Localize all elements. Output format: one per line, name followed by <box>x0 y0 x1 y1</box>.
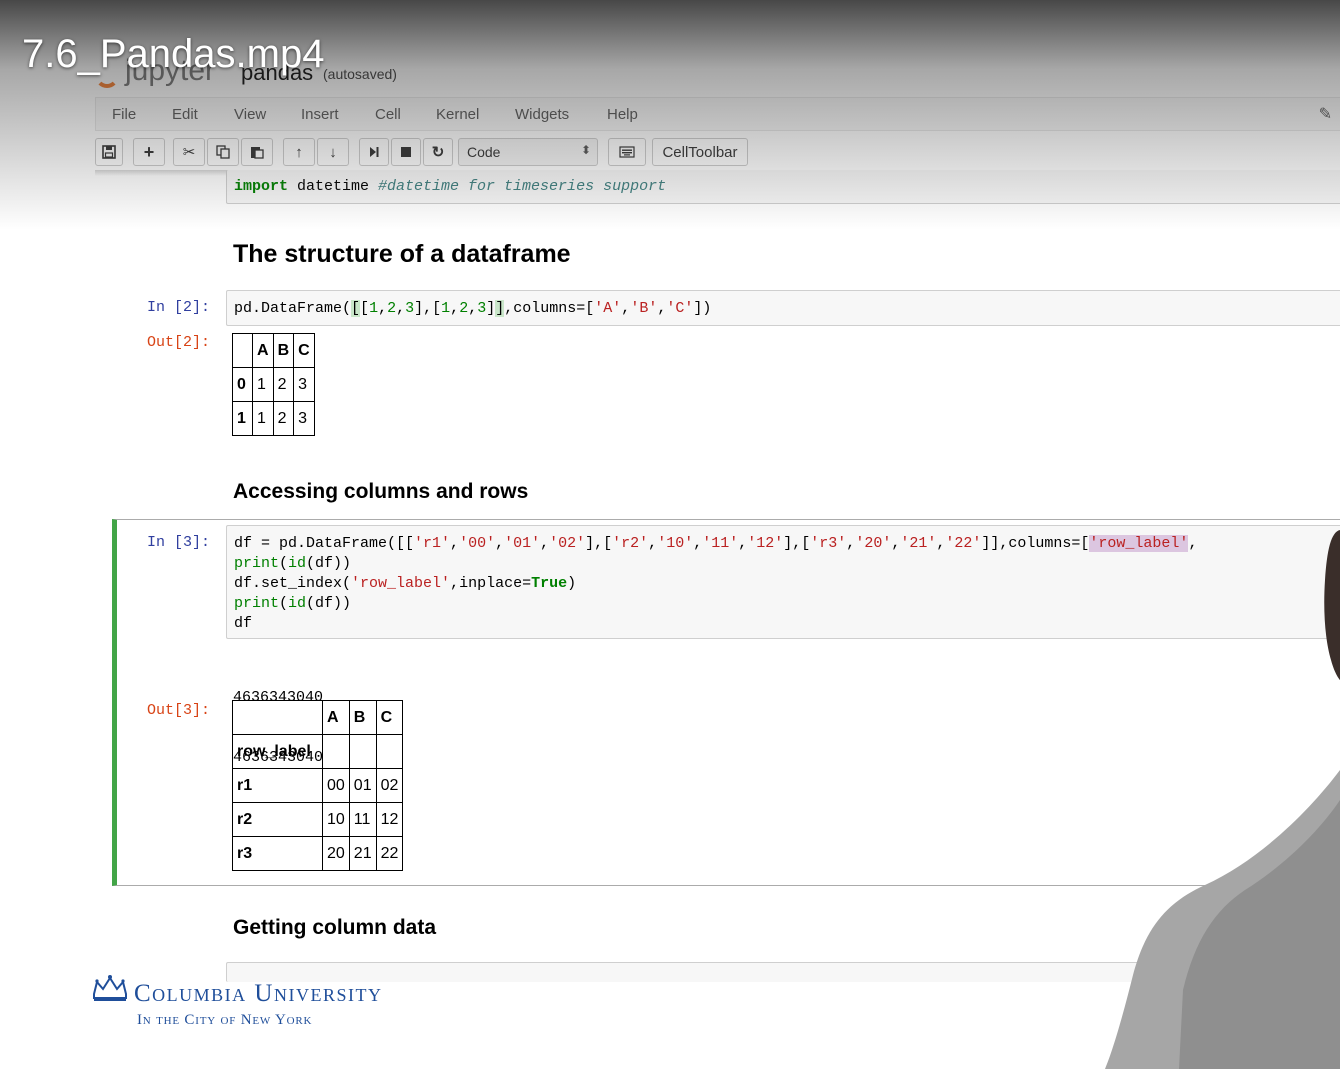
row-index: 1 <box>232 401 253 436</box>
table-row: r2 10 11 12 <box>232 802 404 837</box>
heading-getting-column-data: Getting column data <box>233 916 437 939</box>
table-header-a: A <box>322 700 350 735</box>
table-header-c: C <box>293 333 315 368</box>
edit-pencil-icon[interactable]: ✎ <box>1319 104 1332 124</box>
table-row: 1 1 2 3 <box>232 401 315 436</box>
menu-widgets[interactable]: Widgets <box>515 106 569 123</box>
dataframe-output-3: A B C row_label r1 00 01 02 r2 10 11 12 … <box>232 700 404 871</box>
table-row: r3 20 21 22 <box>232 836 404 871</box>
input-prompt-3: In [3]: <box>147 534 211 551</box>
table-header-b: B <box>272 333 295 368</box>
row-index: r1 <box>232 768 323 803</box>
heading-dataframe-structure: The structure of a dataframe <box>233 240 571 268</box>
save-icon <box>102 145 116 159</box>
save-status: (autosaved) <box>323 66 397 82</box>
table-cell: 1 <box>252 367 274 402</box>
heading-accessing-columns-rows: Accessing columns and rows <box>233 480 529 503</box>
row-index: r3 <box>232 836 323 871</box>
input-prompt-2: In [2]: <box>147 299 211 316</box>
cell-type-select[interactable]: Code ⬍ <box>458 138 598 166</box>
index-name: row_label <box>232 734 323 769</box>
table-header-index <box>232 700 323 735</box>
move-down-button[interactable]: ↓ <box>317 138 349 166</box>
empty-cell <box>348 734 377 769</box>
menubar: File Edit View Insert Cell Kernel Widget… <box>95 97 1340 131</box>
step-forward-icon <box>370 147 379 157</box>
menu-file[interactable]: File <box>112 106 136 123</box>
table-row: 0 1 2 3 <box>232 367 315 402</box>
table-row: r1 00 01 02 <box>232 768 404 803</box>
brand-tagline: In the City of New York <box>137 1012 313 1028</box>
table-header-index <box>232 333 253 368</box>
table-cell: 20 <box>322 836 350 871</box>
code-cell-2[interactable]: pd.DataFrame([[1,2,3],[1,2,3]],columns=[… <box>226 290 1340 326</box>
save-button[interactable] <box>95 138 123 166</box>
empty-cell <box>322 734 350 769</box>
table-header-row: A B C <box>232 333 315 368</box>
restart-icon: ↻ <box>431 144 445 161</box>
cut-icon: ✂ <box>182 144 196 161</box>
table-cell: 12 <box>375 802 404 837</box>
menu-kernel[interactable]: Kernel <box>436 106 479 123</box>
table-cell: 2 <box>272 401 295 436</box>
brand-university-name: Columbia University <box>134 980 383 1007</box>
code-line-import[interactable]: import datetime #datetime for timeseries… <box>234 177 666 197</box>
menu-cell[interactable]: Cell <box>375 106 401 123</box>
table-cell: 11 <box>348 802 377 837</box>
cut-button[interactable]: ✂ <box>173 138 205 166</box>
row-index: 0 <box>232 367 253 402</box>
menu-edit[interactable]: Edit <box>172 106 198 123</box>
table-cell: 00 <box>322 768 350 803</box>
paste-button[interactable] <box>241 138 273 166</box>
code-cell-3-source[interactable]: df = pd.DataFrame([['r1','00','01','02']… <box>234 534 1197 634</box>
move-up-button[interactable]: ↑ <box>283 138 315 166</box>
insert-cell-button[interactable]: + <box>133 138 165 166</box>
table-index-name-row: row_label <box>232 734 404 769</box>
menu-insert[interactable]: Insert <box>301 106 339 123</box>
table-header-c: C <box>375 700 404 735</box>
dataframe-output-2: A B C 0 1 2 3 1 1 2 3 <box>232 333 315 436</box>
table-cell: 22 <box>375 836 404 871</box>
table-cell: 3 <box>293 401 315 436</box>
video-title: 7.6_Pandas.mp4 <box>22 32 325 76</box>
table-cell: 1 <box>252 401 274 436</box>
table-header-row: A B C <box>232 700 404 735</box>
select-caret-icon: ⬍ <box>580 143 591 157</box>
table-cell: 02 <box>375 768 404 803</box>
table-header-a: A <box>252 333 274 368</box>
arrow-down-icon: ↓ <box>329 143 337 161</box>
table-cell: 21 <box>348 836 377 871</box>
code-cell-imports[interactable]: import datetime #datetime for timeseries… <box>226 170 1340 204</box>
output-prompt-2: Out[2]: <box>147 334 211 351</box>
celltoolbar-button[interactable]: CellToolbar <box>652 138 748 166</box>
cell-type-value: Code <box>467 144 501 160</box>
menu-view[interactable]: View <box>234 106 266 123</box>
code-cell-3[interactable]: df = pd.DataFrame([['r1','00','01','02']… <box>226 525 1340 639</box>
restart-kernel-button[interactable]: ↻ <box>423 138 453 166</box>
copy-button[interactable] <box>207 138 239 166</box>
plus-icon: + <box>143 141 155 162</box>
interrupt-button[interactable] <box>391 138 421 166</box>
output-prompt-3: Out[3]: <box>147 702 211 719</box>
keyboard-icon <box>619 146 635 158</box>
run-cell-button[interactable] <box>359 138 389 166</box>
code-cell-2-source[interactable]: pd.DataFrame([[1,2,3],[1,2,3]],columns=[… <box>234 299 711 319</box>
code-cell-next[interactable] <box>226 962 1340 982</box>
empty-cell <box>375 734 404 769</box>
command-palette-button[interactable] <box>608 138 646 166</box>
table-cell: 10 <box>322 802 350 837</box>
menu-help[interactable]: Help <box>607 106 638 123</box>
table-cell: 2 <box>272 367 295 402</box>
toolbar: + ✂ ↑ ↓ ↻ Code ⬍ CellToolbar <box>95 136 1340 170</box>
copy-icon <box>216 145 230 159</box>
table-header-b: B <box>348 700 377 735</box>
paste-icon <box>251 147 264 159</box>
table-cell: 01 <box>348 768 377 803</box>
row-index: r2 <box>232 802 323 837</box>
table-cell: 3 <box>293 367 315 402</box>
arrow-up-icon: ↑ <box>295 143 303 161</box>
columbia-crown-icon <box>93 975 127 1001</box>
stop-icon <box>401 147 411 157</box>
